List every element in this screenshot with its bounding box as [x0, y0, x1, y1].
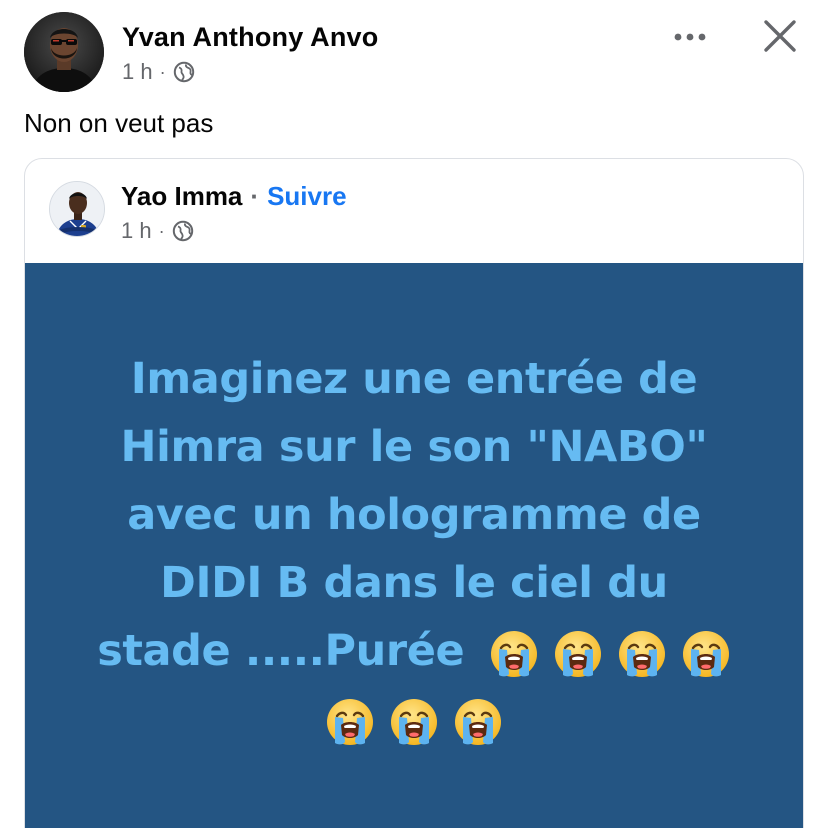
author-name[interactable]: Yvan Anthony Anvo	[122, 22, 378, 53]
shared-author-avatar[interactable]	[49, 181, 105, 237]
loudly-crying-face-emoji	[391, 698, 437, 745]
post-header: Yvan Anthony Anvo 1 h ·	[24, 12, 804, 96]
loudly-crying-face-emoji	[455, 698, 501, 745]
emoji-line	[65, 685, 763, 753]
emoji-row-2	[325, 697, 503, 747]
post-time[interactable]: 1 h	[122, 59, 153, 85]
text-post-line: Imaginez une entrée de	[130, 354, 698, 404]
text-post-line-with-emoji: stade .....Purée	[65, 617, 763, 685]
shared-author-avatar-image	[50, 182, 104, 236]
facebook-post: Yvan Anthony Anvo 1 h · Non on veut pas …	[0, 0, 828, 828]
shared-post-meta: 1 h ·	[121, 217, 194, 245]
author-avatar-image	[24, 12, 104, 92]
shared-meta-separator: ·	[158, 220, 165, 241]
emoji-row-1	[489, 629, 731, 679]
loudly-crying-face-emoji	[682, 630, 729, 677]
shared-post-card[interactable]: Yao Imma · Suivre 1 h · Imaginez une ent…	[24, 158, 804, 828]
shared-post-header: Yao Imma · Suivre 1 h ·	[25, 159, 803, 263]
close-button[interactable]	[758, 14, 802, 58]
more-options-button[interactable]	[668, 20, 712, 54]
text-post-line: stade .....Purée	[97, 626, 465, 676]
close-icon	[764, 20, 796, 52]
author-avatar[interactable]	[24, 12, 104, 92]
text-post-line: DIDI B dans le ciel du	[160, 558, 668, 608]
loudly-crying-face-emoji	[490, 630, 537, 677]
text-post-content: Imaginez une entrée de Himra sur le son …	[65, 345, 763, 753]
text-post-line: Himra sur le son "NABO"	[120, 422, 708, 472]
shared-author-name[interactable]: Yao Imma	[121, 181, 242, 212]
more-options-icon	[674, 33, 706, 41]
follow-button[interactable]: Suivre	[267, 181, 347, 212]
loudly-crying-face-emoji	[618, 630, 665, 677]
post-caption: Non on veut pas	[24, 108, 214, 138]
shared-author-row: Yao Imma · Suivre	[121, 181, 347, 212]
meta-separator: ·	[159, 61, 166, 82]
text-post-background[interactable]: Imaginez une entrée de Himra sur le son …	[25, 263, 803, 828]
loudly-crying-face-emoji	[554, 630, 601, 677]
globe-icon	[172, 220, 194, 242]
text-post-line: avec un hologramme de	[127, 490, 701, 540]
post-meta: 1 h ·	[122, 58, 195, 86]
shared-separator: ·	[250, 181, 260, 211]
globe-icon	[173, 61, 195, 83]
loudly-crying-face-emoji	[327, 698, 373, 745]
shared-post-time[interactable]: 1 h	[121, 218, 152, 244]
